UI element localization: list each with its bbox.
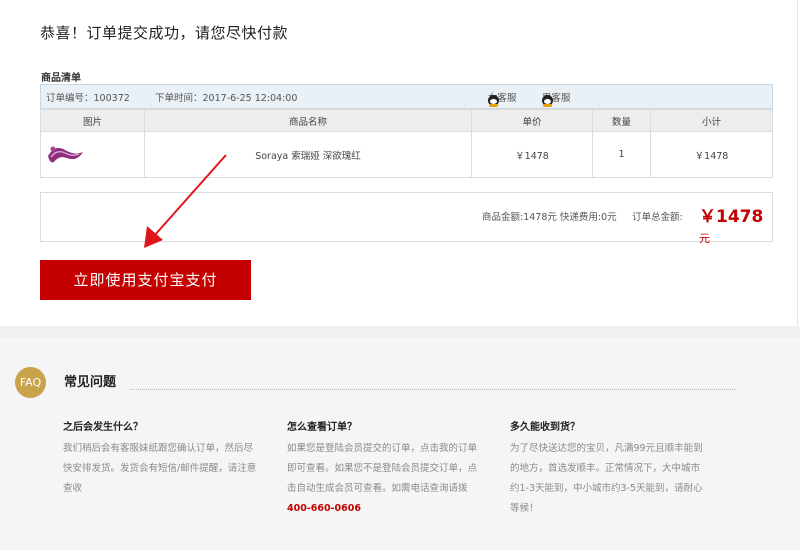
faq-answer-line: 快安排发货。发货会有短信/邮件提醒，请注意 — [63, 463, 257, 474]
faq-section: FAQ 常见问题 之后会发生什么？ 我们稍后会有客服妹纸跟您确认订单，然后尽 快… — [0, 338, 800, 550]
faq-question-2: 怎么查看订单？ — [287, 422, 357, 433]
total-amount: ￥1478 元 — [699, 202, 772, 247]
faq-answer-line: 为了尽快送达您的宝贝，凡满99元且顺丰能到 — [510, 443, 703, 454]
qq-icon — [542, 95, 553, 107]
faq-answer-line: 的地方，首选发顺丰。正常情况下，大中城市 — [510, 463, 701, 474]
faq-answer-line: 约1-3天能到，中小城市约3-5天能到，请耐心 — [510, 483, 703, 494]
total-unit: 元 — [699, 232, 710, 245]
faq-question-1: 之后会发生什么？ — [63, 422, 143, 433]
faq-divider — [130, 389, 735, 390]
faq-answer-line: 我们稍后会有客服妹纸跟您确认订单，然后尽 — [63, 443, 254, 454]
total-value: ￥1478 — [699, 207, 764, 227]
faq-answer-1: 我们稍后会有客服妹纸跟您确认订单，然后尽 快安排发货。发货会有短信/邮件提醒，请… — [63, 439, 256, 499]
faq-answer-2: 如果您是登陆会员提交的订单，点击我的订单 即可查看。如果您不是登陆会员提交订单，… — [287, 439, 477, 519]
header-qty: 数量 — [592, 109, 651, 132]
faq-answer-3: 为了尽快送达您的宝贝，凡满99元且顺丰能到 的地方，首选发顺丰。正常情况下，大中… — [510, 439, 703, 519]
product-qty: 1 — [592, 131, 651, 178]
panel-border — [797, 0, 798, 326]
order-confirmation-panel: 恭喜！订单提交成功，请您尽快付款 商品清单 订单编号：100372 下单时间：2… — [0, 0, 800, 326]
pointer-arrow-icon — [144, 154, 227, 248]
header-price: 单价 — [471, 109, 593, 132]
male-service-link[interactable]: 男客服 — [542, 90, 571, 107]
faq-question-3: 多久能收到货？ — [510, 422, 580, 433]
faq-answer-line: 等候！ — [510, 503, 539, 514]
product-price: ￥1478 — [471, 131, 593, 178]
goods-amount: 商品金额:1478元 快递费用:0元 — [482, 212, 617, 223]
faq-answer-line: 即可查看。如果您不是登陆会员提交订单，点 — [287, 463, 478, 474]
service-phone: 400-660-0606 — [287, 503, 361, 514]
total-label: 订单总金额: — [632, 212, 683, 223]
faq-title: 常见问题 — [64, 375, 117, 390]
qq-icon — [488, 95, 499, 107]
section-divider — [0, 326, 800, 338]
faq-answer-line: 如果您是登陆会员提交的订单，点击我的订单 — [287, 443, 478, 454]
faq-answer-line: 查收 — [63, 483, 83, 494]
alipay-pay-button[interactable]: 立即使用支付宝支付 — [40, 260, 251, 300]
product-subtotal: ￥1478 — [650, 131, 773, 178]
faq-answer-line: 击自动生成会员可查看。如需电话查询请拨 — [287, 483, 468, 494]
faq-badge-icon: FAQ — [15, 367, 46, 398]
header-subtotal: 小计 — [650, 109, 773, 132]
female-service-link[interactable]: 女客服 — [488, 90, 517, 107]
